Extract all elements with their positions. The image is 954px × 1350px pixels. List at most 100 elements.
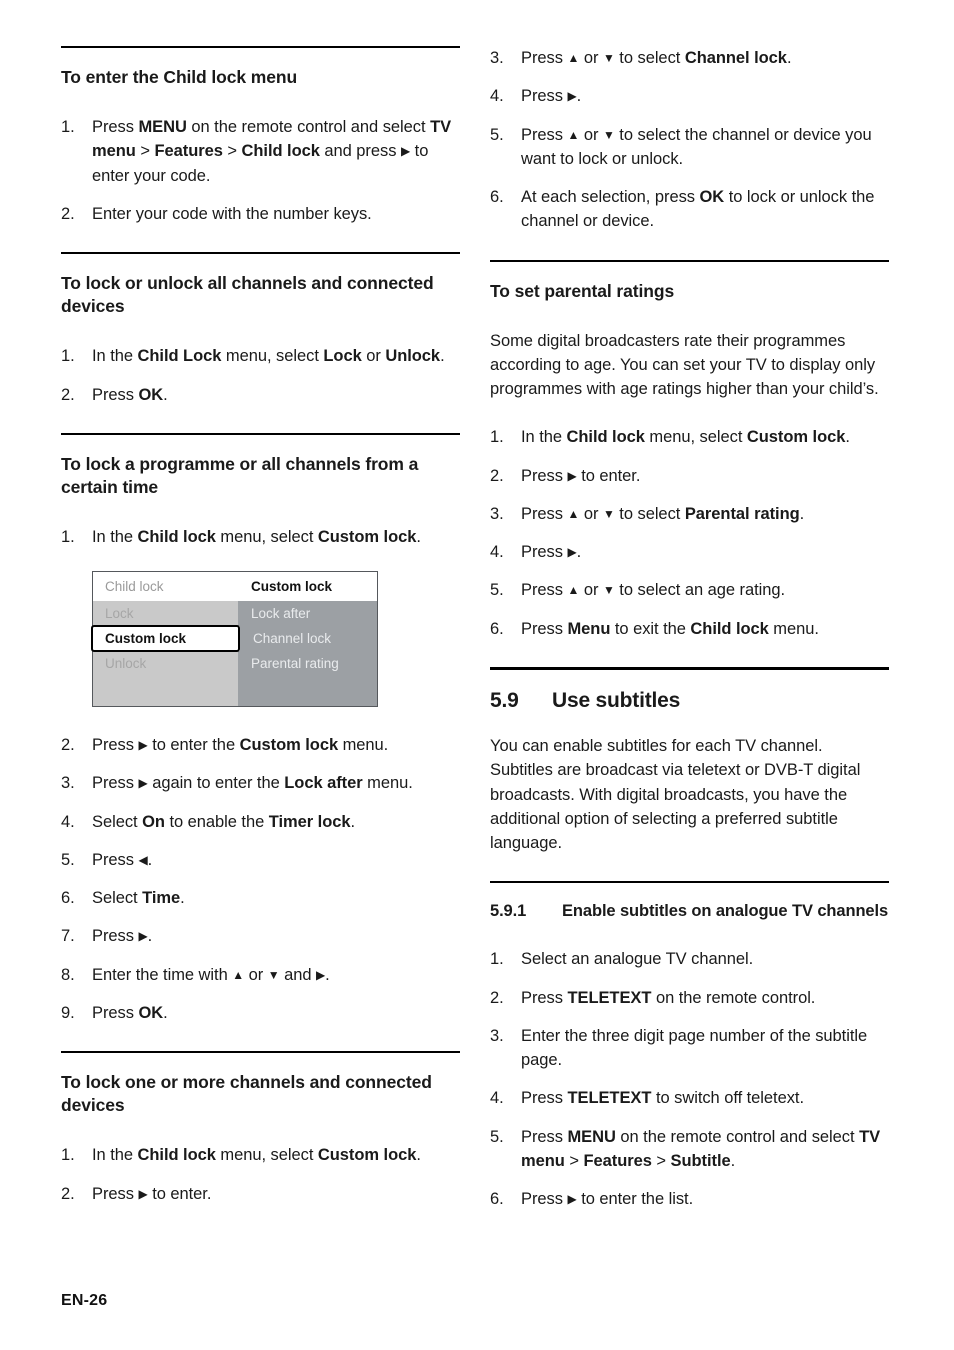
- body-text: Select: [92, 812, 143, 831]
- arrow-right-icon: ▶: [138, 1186, 148, 1201]
- section-divider: [61, 432, 460, 435]
- body-text: Press: [521, 1089, 568, 1108]
- emphasis-text: Child lock: [690, 619, 769, 638]
- body-text: >: [135, 142, 155, 161]
- section-divider: [490, 259, 889, 262]
- list-item: 1. Press MENU on the remote control and s…: [61, 115, 460, 188]
- list-item-number: 8.: [61, 965, 75, 984]
- arrow-right-icon: ▶: [567, 468, 577, 483]
- emphasis-text: MENU: [567, 1127, 616, 1146]
- list-item: 4. Press ▶.: [490, 540, 889, 564]
- arrow-right-icon: ▶: [138, 929, 148, 944]
- heading-parental-ratings: To set parental ratings: [490, 280, 675, 301]
- emphasis-text: Features: [154, 142, 223, 161]
- arrow-up-icon: ▲: [567, 127, 580, 142]
- body-text: .: [416, 527, 421, 546]
- list-item: 4. Press TELETEXT to switch off teletext.: [490, 1086, 889, 1110]
- list-item: 6. Press ▶ to enter the list.: [490, 1187, 889, 1211]
- section-divider: [61, 46, 460, 48]
- body-text: Press: [521, 87, 568, 106]
- body-text: .: [576, 543, 582, 562]
- right-column: 3. Press ▲ or ▼ to select Channel lock. 4.…: [490, 46, 889, 1233]
- tv-menu-option-lock-after: Lock after: [238, 601, 377, 627]
- arrow-right-icon: ▶: [138, 776, 148, 791]
- emphasis-text: Custom lock: [317, 527, 417, 546]
- emphasis-text: OK: [699, 188, 725, 206]
- body-text: Press: [92, 927, 139, 946]
- emphasis-text: Parental rating: [684, 504, 800, 523]
- section-title: Use subtitles: [552, 688, 681, 712]
- body-text: Enter your code with the number keys.: [92, 204, 372, 223]
- body-text: to enter the list.: [576, 1190, 694, 1209]
- body-text: .: [440, 347, 445, 366]
- list-item: 5. Press ▲ or ▼ to select the channel or …: [490, 123, 889, 172]
- tv-menu-option-parental-rating: Parental rating: [238, 651, 377, 677]
- tv-menu-screenshot: Child lock Custom lock Lock Lock after C…: [91, 571, 378, 708]
- body-text: .: [147, 850, 153, 869]
- body-text: Select an analogue TV channel.: [521, 950, 754, 969]
- arrow-up-icon: ▲: [567, 51, 580, 65]
- emphasis-text: OK: [138, 385, 164, 404]
- list-item: 1. Select an analogue TV channel.: [490, 947, 889, 971]
- body-text: to select: [614, 504, 685, 523]
- steps-lock-programme-after: 2. Press ▶ to enter the Custom lock menu.…: [61, 733, 460, 1025]
- body-text: Press: [521, 466, 568, 485]
- tv-menu-row: Lock Lock after: [93, 601, 377, 627]
- body-text: again to enter the: [147, 774, 285, 793]
- body-text: to enter the: [147, 736, 240, 755]
- tv-menu-empty-row: [93, 676, 377, 707]
- list-item-number: 2.: [61, 736, 75, 755]
- list-item-number: 2.: [490, 988, 504, 1007]
- arrow-down-icon: ▼: [267, 967, 280, 982]
- body-text: Press: [521, 619, 568, 638]
- arrow-right-icon: ▶: [567, 89, 577, 104]
- emphasis-text: OK: [138, 1003, 164, 1022]
- list-item: 3. Press ▲ or ▼ to select Channel lock.: [490, 46, 889, 70]
- list-item: 3. Press ▲ or ▼ to select Parental rating…: [490, 502, 889, 526]
- tv-menu-option-channel-lock: Channel lock: [240, 626, 377, 652]
- body-text: menu.: [362, 774, 413, 793]
- emphasis-text: Lock: [323, 347, 362, 366]
- list-item: 6. Press Menu to exit the Child lock menu…: [490, 617, 889, 641]
- body-text: .: [576, 87, 582, 106]
- paragraph-use-subtitles-intro: You can enable subtitles for each TV cha…: [490, 737, 861, 853]
- arrow-down-icon: ▼: [602, 583, 615, 598]
- list-item-number: 1.: [490, 950, 504, 969]
- body-text: >: [651, 1151, 671, 1170]
- list-item: 2. Press ▶ to enter.: [490, 464, 889, 488]
- body-text: .: [147, 927, 153, 946]
- body-text: or: [579, 581, 603, 600]
- list-item-number: 3.: [490, 1026, 504, 1045]
- list-item-number: 2.: [61, 1184, 75, 1203]
- emphasis-text: Lock after: [284, 774, 363, 793]
- body-text: to switch off teletext.: [651, 1089, 804, 1108]
- subsection-title: Enable subtitles on analogue TV channels: [562, 902, 889, 921]
- body-text: .: [163, 1003, 168, 1022]
- arrow-right-icon: ▶: [567, 1192, 577, 1207]
- section-divider: [490, 881, 889, 884]
- emphasis-text: MENU: [138, 118, 187, 137]
- list-item: 1. In the Child lock menu, select Custom …: [61, 1143, 460, 1167]
- body-text: .: [845, 428, 850, 447]
- tv-menu-title-left: Child lock: [105, 579, 164, 595]
- list-item: 5. Press ◀.: [61, 848, 460, 872]
- body-text: .: [350, 812, 356, 831]
- body-text: Press: [521, 543, 568, 562]
- list-item-number: 2.: [490, 466, 504, 485]
- page-footer: EN-26: [61, 1292, 108, 1309]
- heading-child-lock-menu: To enter the Child lock menu: [61, 67, 298, 87]
- body-text: to select an age rating.: [614, 581, 786, 600]
- left-column: To enter the Child lock menu 1. Press MEN…: [61, 46, 460, 1228]
- body-text: Press: [92, 1003, 139, 1022]
- arrow-up-icon: ▲: [232, 967, 245, 982]
- list-item-number: 1.: [61, 118, 75, 137]
- tv-menu-option-lock: Lock: [93, 601, 238, 627]
- tv-menu-row-selected: Custom lock Channel lock: [91, 625, 377, 653]
- body-text: on the remote control and select: [615, 1127, 860, 1146]
- list-item-number: 3.: [490, 504, 504, 523]
- emphasis-text: Channel lock: [684, 49, 787, 67]
- steps-lock-all-channels: 1. In the Child Lock menu, select Lock or…: [61, 344, 460, 407]
- list-item-number: 6.: [61, 889, 75, 908]
- emphasis-text: Child Lock: [137, 347, 222, 366]
- list-item-number: 1.: [61, 527, 75, 546]
